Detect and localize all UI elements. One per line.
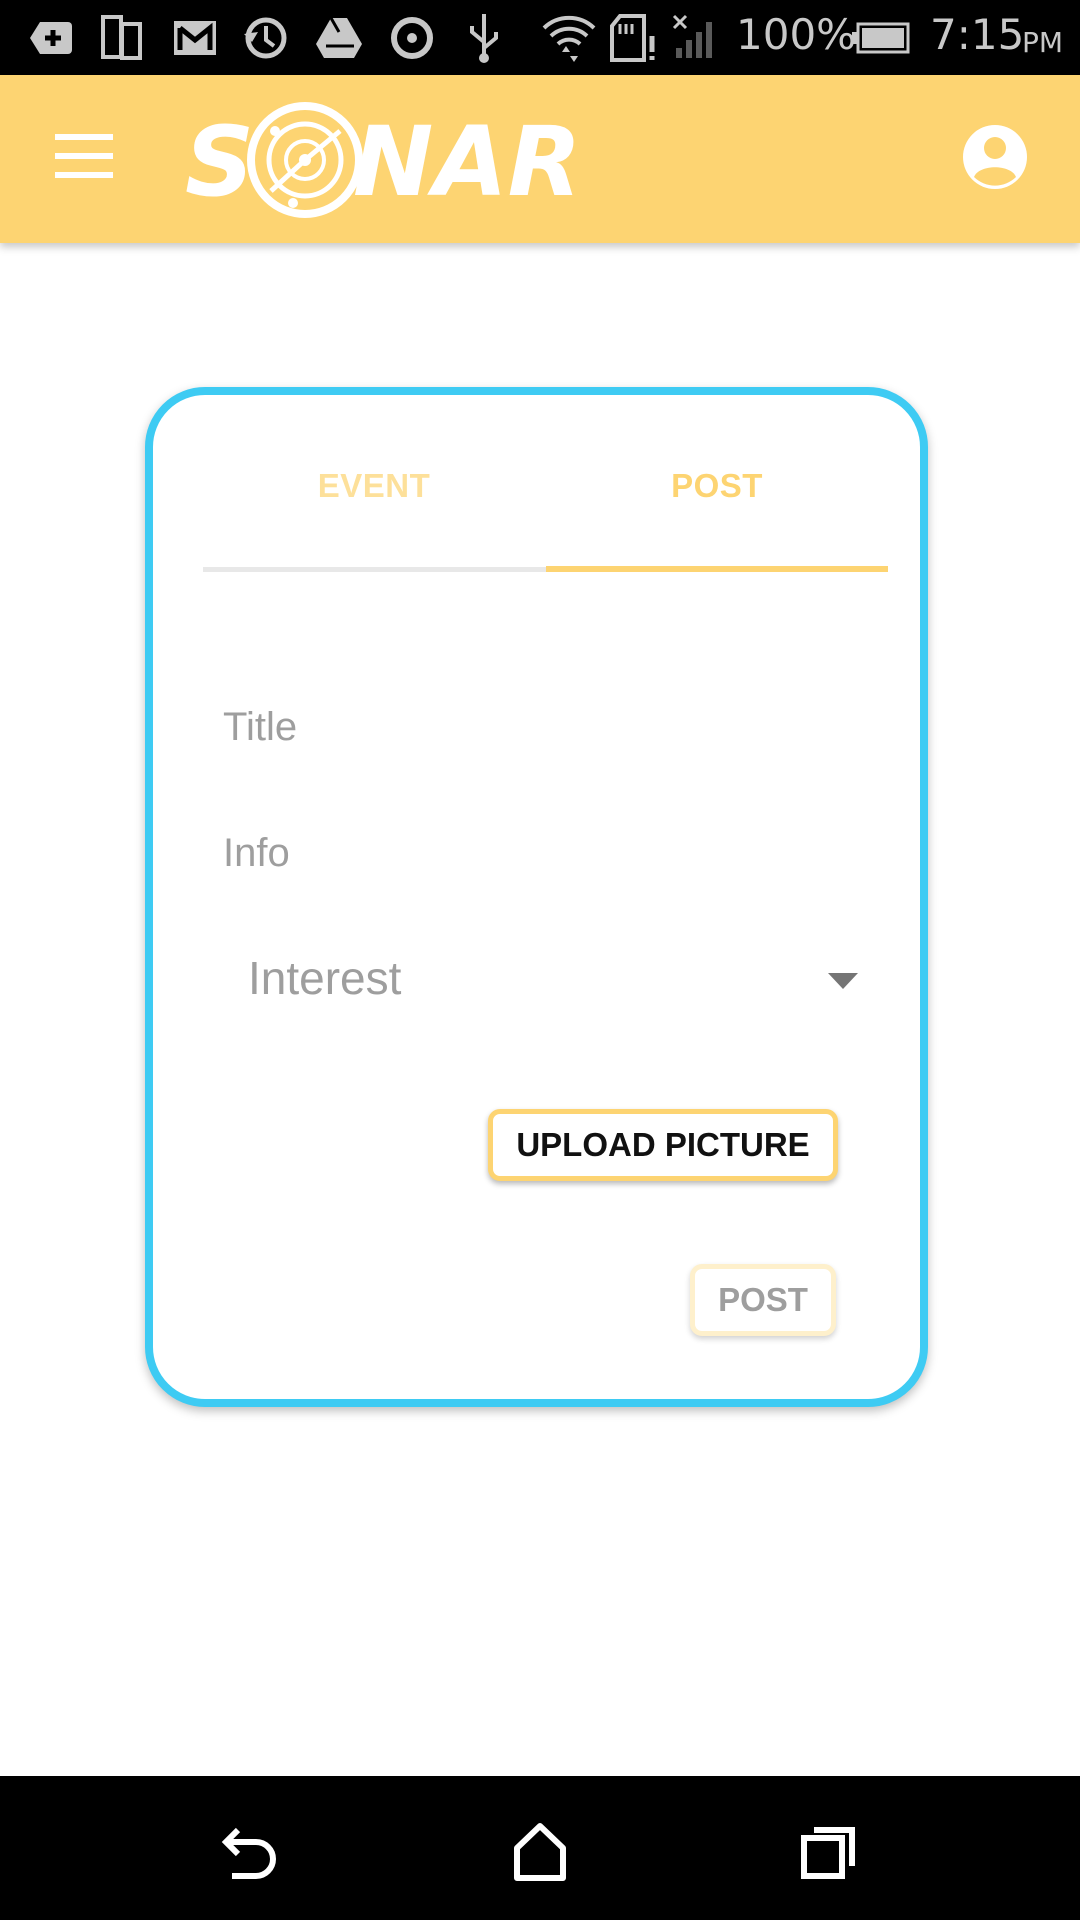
tab-event[interactable]: EVENT bbox=[203, 445, 545, 527]
usb-icon bbox=[470, 14, 498, 63]
interest-select[interactable]: Interest bbox=[238, 951, 858, 1031]
clock-ampm: PM bbox=[1022, 26, 1064, 59]
interest-select-value: Interest bbox=[248, 952, 402, 1004]
tab-post[interactable]: POST bbox=[546, 445, 888, 527]
phone-tablet-icon bbox=[101, 15, 142, 60]
home-icon bbox=[514, 1823, 566, 1881]
recents-icon bbox=[801, 1827, 855, 1879]
create-post-card: EVENT POST Title Info Interest UPLOAD PI… bbox=[145, 387, 928, 1407]
sync-icon bbox=[244, 17, 287, 59]
chevron-down-icon bbox=[828, 973, 858, 989]
back-icon bbox=[221, 1827, 276, 1879]
menu-icon bbox=[55, 134, 113, 178]
battery-icon bbox=[852, 22, 910, 54]
sonar-logo: S NAR bbox=[185, 102, 582, 218]
navigation-bar bbox=[0, 1776, 1080, 1920]
wifi-icon bbox=[542, 15, 596, 62]
sd-card-alert-icon bbox=[610, 14, 655, 62]
gmail-icon bbox=[174, 21, 216, 55]
clock-time: 7:15 bbox=[930, 10, 1025, 59]
title-input[interactable]: Title bbox=[223, 705, 297, 750]
circle-refresh-icon bbox=[391, 17, 433, 59]
home-button[interactable] bbox=[495, 1806, 585, 1896]
tab-bar: EVENT POST bbox=[203, 445, 888, 527]
svg-text:NAR: NAR bbox=[353, 106, 582, 218]
app-bar: S NAR bbox=[0, 75, 1080, 243]
info-input[interactable]: Info bbox=[223, 831, 290, 876]
post-button[interactable]: POST bbox=[690, 1264, 836, 1336]
svg-text:S: S bbox=[185, 106, 254, 218]
profile-button[interactable] bbox=[955, 117, 1035, 197]
signal-icon bbox=[672, 14, 712, 58]
back-button[interactable] bbox=[208, 1806, 298, 1896]
tab-indicator bbox=[546, 566, 888, 572]
status-bar: 100% 7:15 PM bbox=[0, 0, 1080, 75]
upload-icon bbox=[30, 22, 72, 54]
account-circle-icon bbox=[963, 125, 1027, 189]
menu-button[interactable] bbox=[40, 119, 130, 199]
recents-button[interactable] bbox=[782, 1806, 872, 1896]
battery-percent: 100% bbox=[736, 10, 857, 59]
upload-picture-button[interactable]: UPLOAD PICTURE bbox=[488, 1109, 838, 1181]
drive-icon bbox=[316, 17, 362, 58]
